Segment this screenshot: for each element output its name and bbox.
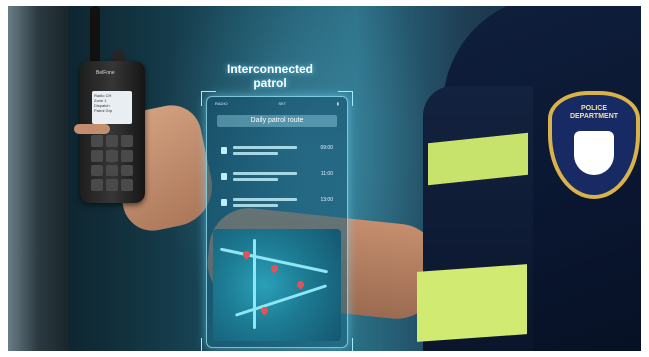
- radio-screen-line: Patrol Grp: [94, 108, 113, 113]
- key: [121, 135, 133, 147]
- door-frame: [8, 6, 68, 351]
- entry-time: 13:00: [320, 197, 333, 203]
- map-pin-icon: [295, 279, 306, 290]
- corner-bracket: [338, 338, 353, 351]
- corner-bracket: [201, 91, 216, 106]
- reflective-stripe-lower: [417, 264, 527, 342]
- photo-scene: POLICE DEPARTMENT BelFone Radio CH Zone …: [8, 6, 641, 351]
- key: [106, 135, 118, 147]
- radio-keypad: [91, 135, 133, 191]
- battery-icon: ▮: [336, 101, 339, 106]
- map-road: [253, 239, 256, 329]
- key: [121, 179, 133, 191]
- radio-screen: Radio CH Zone 1 Dispatch Patrol Grp: [92, 91, 132, 124]
- key: [121, 164, 133, 177]
- map-pin-icon: [241, 249, 252, 260]
- entry-time: 11:00: [320, 171, 333, 177]
- eagle-emblem-icon: [574, 131, 614, 175]
- document-icon: [221, 147, 227, 154]
- key: [91, 164, 103, 177]
- patrol-entry: 11:00: [221, 171, 333, 191]
- status-left: RADIO: [215, 101, 228, 106]
- key: [106, 164, 118, 177]
- document-icon: [221, 199, 227, 206]
- patrol-route-header: Daily patrol route: [217, 115, 337, 127]
- police-officer: POLICE DEPARTMENT: [403, 6, 641, 351]
- entry-time: 09:00: [320, 145, 333, 151]
- map-road: [234, 284, 328, 317]
- key: [106, 179, 118, 191]
- hologram-panel: RADIO SKT ▮ Daily patrol route 09:00 11:…: [201, 91, 353, 351]
- key: [121, 149, 133, 162]
- radio-antenna: [90, 6, 100, 66]
- key: [106, 149, 118, 162]
- key: [91, 135, 103, 147]
- radio-brand: BelFone: [96, 70, 115, 76]
- patrol-map: [213, 229, 341, 341]
- status-center: SKT: [278, 101, 287, 106]
- map-pin-icon: [269, 263, 280, 274]
- finger: [74, 124, 110, 134]
- corner-bracket: [338, 91, 353, 106]
- key: [91, 179, 103, 191]
- patrol-entry: 13:00: [221, 197, 333, 217]
- document-icon: [221, 173, 227, 180]
- key: [91, 149, 103, 162]
- map-pin-icon: [259, 305, 270, 316]
- hologram-status-bar: RADIO SKT ▮: [215, 101, 339, 106]
- hologram-title: Interconnected patrol: [226, 62, 313, 90]
- patrol-entry: 09:00: [221, 145, 333, 165]
- patch-text: POLICE DEPARTMENT: [569, 105, 619, 120]
